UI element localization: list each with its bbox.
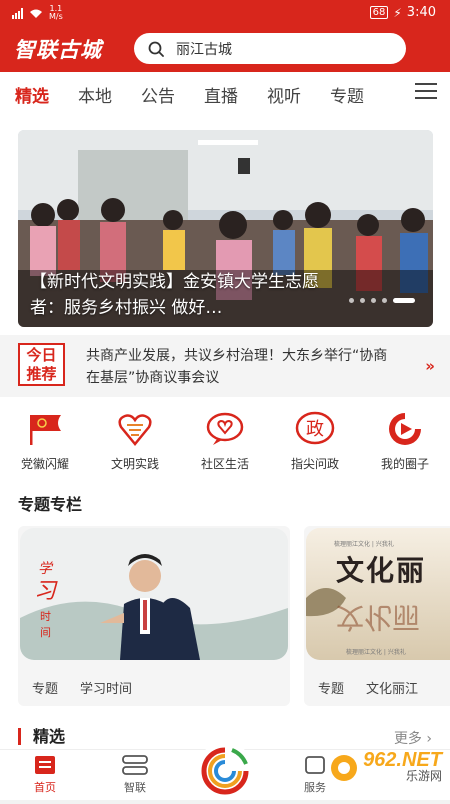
- circle-play-icon: [389, 413, 421, 445]
- recommend-headline: 共商产业发展，共议乡村治理！大东乡举行“协商在基层”协商议事会议: [86, 348, 388, 386]
- quick-entry-my-circle[interactable]: 我的圈子: [360, 411, 450, 481]
- status-bar: 1.1 M/s 68 ⚡ 3:40: [0, 0, 450, 26]
- svg-text:时: 时: [40, 610, 51, 623]
- svg-text:文化丽: 文化丽: [336, 601, 420, 634]
- home-icon: [35, 756, 55, 774]
- card-name: 学习时间: [80, 682, 133, 697]
- nav-zhilian[interactable]: 智联: [105, 754, 165, 795]
- main-content: 【新时代文明实践】金安镇大学生志愿者：服务乡村振兴 做好… 今日 推荐 共商产业…: [0, 116, 450, 749]
- chevron-right-icon: ›: [426, 731, 432, 747]
- service-icon: [305, 756, 325, 774]
- wifi-icon: [30, 9, 42, 18]
- daily-recommendation[interactable]: 今日 推荐 共商产业发展，共议乡村治理！大东乡举行“协商在基层”协商议事会议 »: [0, 335, 450, 397]
- card-name: 文化丽江: [366, 682, 419, 697]
- tab-live[interactable]: 直播: [204, 82, 238, 107]
- charging-icon: ⚡: [393, 5, 402, 20]
- svg-text:间: 间: [40, 626, 51, 639]
- search-icon: [148, 41, 164, 57]
- more-link[interactable]: 更多 ›: [394, 728, 432, 748]
- tab-featured[interactable]: 精选: [15, 82, 49, 107]
- special-card-culture[interactable]: 梳理丽江文化 | 兴我礼 文化丽 文化丽 梳理丽江文化 | 兴我礼 专题 文化丽…: [304, 526, 450, 706]
- battery-level: 68: [369, 6, 389, 19]
- today-recommend-badge: 今日 推荐: [18, 343, 65, 386]
- site-watermark: 962.NET 乐游网: [329, 749, 442, 784]
- speed-unit: M/s: [49, 12, 63, 21]
- clock: 3:40: [406, 5, 436, 20]
- svg-text:梳理丽江文化 | 兴我礼: 梳理丽江文化 | 兴我礼: [346, 648, 406, 656]
- featured-section-title: 精选: [18, 728, 65, 745]
- civilization-heart-icon: [118, 414, 152, 446]
- search-value: 丽江古城: [176, 41, 232, 58]
- quick-entry-community[interactable]: 社区生活: [180, 411, 270, 481]
- center-logo-button[interactable]: [196, 742, 254, 800]
- politics-zheng-icon: 政: [295, 411, 335, 445]
- zhilian-icon: [122, 755, 148, 775]
- app-logo-title: 智联古城: [14, 37, 102, 62]
- special-card-study[interactable]: 学 习 时 间 专题 学习时间: [18, 526, 290, 706]
- quick-entry-politics[interactable]: 政 指尖问政: [270, 411, 360, 481]
- signal-icon: [12, 7, 23, 19]
- app-header: 1.1 M/s 68 ⚡ 3:40 智联古城 丽江古城: [0, 0, 450, 72]
- tab-topics[interactable]: 专题: [330, 82, 364, 107]
- carousel-indicator: [349, 298, 415, 303]
- double-chevron-icon: »: [425, 357, 435, 375]
- tab-video[interactable]: 视听: [267, 82, 301, 107]
- quick-entry-civilization[interactable]: 文明实践: [90, 411, 180, 481]
- svg-text:文化丽: 文化丽: [336, 554, 426, 587]
- banner-headline: 【新时代文明实践】金安镇大学生志愿者：服务乡村振兴 做好…: [30, 272, 319, 318]
- card-tag: 专题: [32, 682, 59, 697]
- news-banner[interactable]: 【新时代文明实践】金安镇大学生志愿者：服务乡村振兴 做好…: [18, 130, 433, 327]
- watermark-logo: [331, 755, 358, 781]
- special-cards-carousel: 学 习 时 间 专题 学习时间 梳理丽江文化 | 兴我礼 文化丽 文化丽 梳理丽…: [18, 526, 450, 706]
- svg-text:学: 学: [38, 561, 54, 577]
- svg-text:习: 习: [34, 579, 58, 604]
- channel-tabs: 精选 本地 公告 直播 视听 专题: [0, 72, 450, 116]
- card-image-culture: 梳理丽江文化 | 兴我礼 文化丽 文化丽 梳理丽江文化 | 兴我礼: [306, 528, 450, 660]
- center-logo-icon: [201, 747, 249, 795]
- svg-text:梳理丽江文化 | 兴我礼: 梳理丽江文化 | 兴我礼: [334, 540, 394, 548]
- tab-announcement[interactable]: 公告: [141, 82, 175, 107]
- menu-icon[interactable]: [415, 83, 437, 104]
- special-section-title: 专题专栏: [18, 495, 83, 514]
- card-tag: 专题: [318, 682, 345, 697]
- card-image-study: 学 习 时 间: [20, 528, 288, 660]
- party-flag-icon: [30, 415, 61, 445]
- quick-entry-party[interactable]: 党徽闪耀: [0, 411, 90, 481]
- svg-text:政: 政: [306, 419, 324, 440]
- quick-entry-grid: 党徽闪耀 文明实践 社区生活 政 指尖问政 我的圈子: [0, 411, 450, 481]
- search-input[interactable]: 丽江古城: [134, 33, 406, 64]
- nav-home[interactable]: 首页: [15, 754, 75, 795]
- community-heart-icon: [206, 412, 244, 445]
- tab-local[interactable]: 本地: [78, 82, 112, 107]
- watermark-text: 962.NET: [363, 749, 442, 771]
